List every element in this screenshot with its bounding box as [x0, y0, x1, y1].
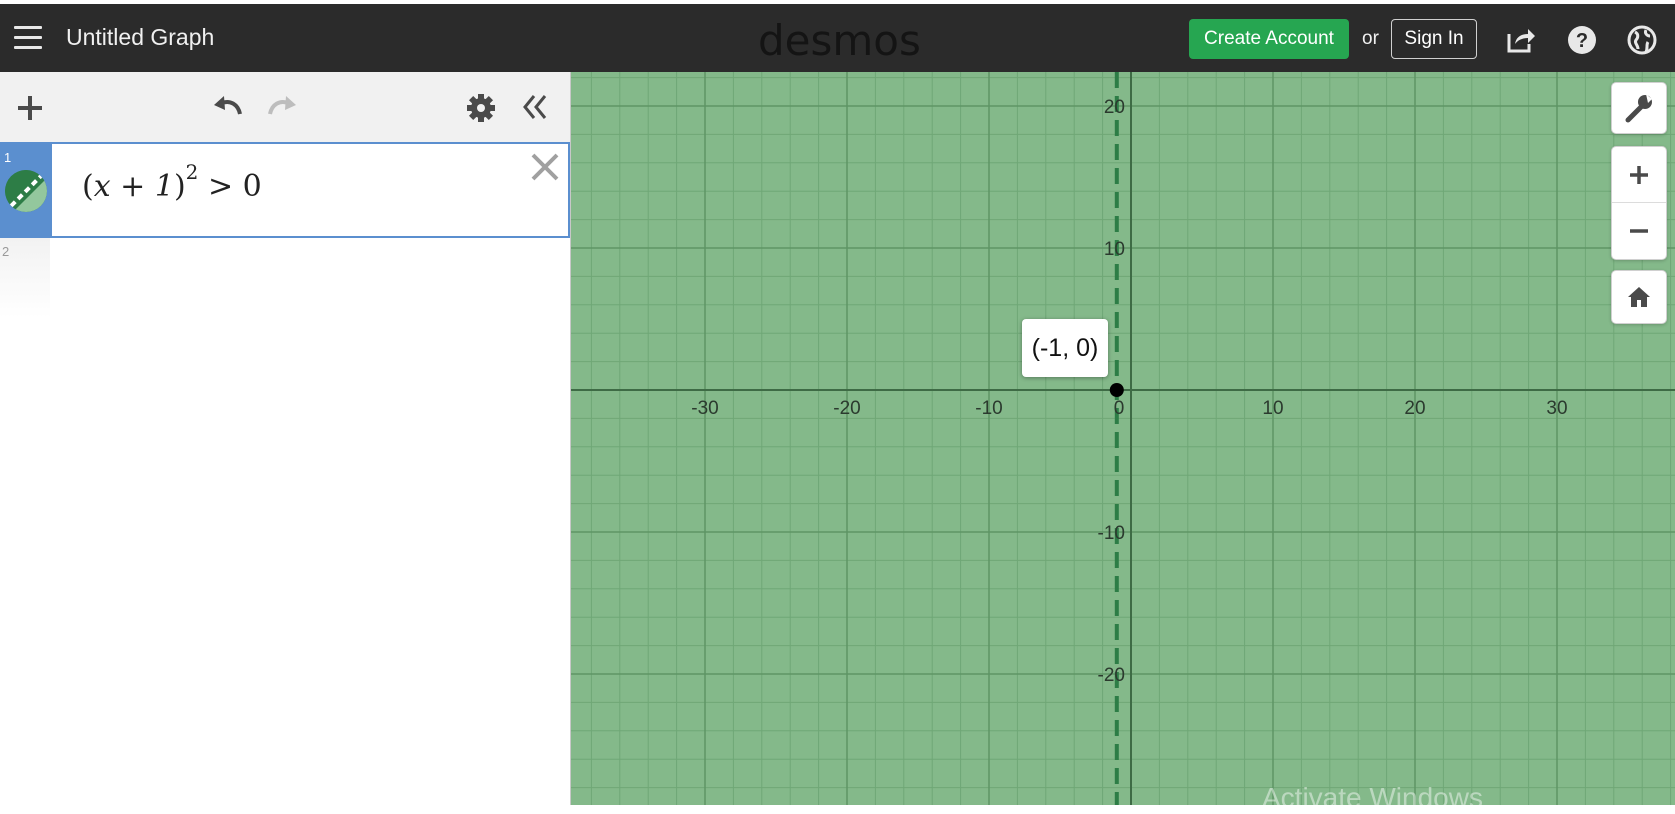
zoom-controls: [1611, 146, 1667, 260]
graph-settings-button[interactable]: [1611, 82, 1667, 134]
or-text: or: [1362, 28, 1379, 49]
expression-tab: 2: [0, 238, 50, 318]
x-tick-label: 0: [1114, 398, 1125, 419]
expression-inequality: > 0: [207, 169, 262, 204]
expression-index: 1: [4, 150, 12, 165]
menu-icon[interactable]: [14, 26, 42, 50]
style-toggle-icon[interactable]: [5, 170, 47, 212]
graph-title[interactable]: Untitled Graph: [66, 24, 214, 51]
y-tick-label: -10: [1098, 523, 1125, 544]
x-tick-label: 10: [1262, 398, 1283, 419]
redo-icon[interactable]: [264, 92, 300, 122]
x-tick-label: -30: [691, 398, 718, 419]
y-tick-label: 20: [1104, 97, 1125, 118]
graph-paper[interactable]: -30 -20 -10 0 10 20 30 20 10 -10 -20: [571, 72, 1675, 805]
wrench-icon: [1625, 94, 1652, 123]
close-icon[interactable]: [528, 150, 562, 184]
point-label: (-1, 0): [1022, 319, 1108, 377]
globe-icon[interactable]: [1626, 24, 1658, 56]
zoom-out-icon[interactable]: [1612, 203, 1666, 259]
y-tick-label: 10: [1104, 239, 1125, 260]
x-tick-label: 20: [1404, 398, 1425, 419]
expression-base: x + 1: [93, 169, 174, 204]
windows-watermark: Activate Windows: [1262, 782, 1483, 813]
expression-row-empty[interactable]: 2: [0, 238, 570, 328]
expression-index: 2: [2, 244, 10, 259]
expression-toolbar: [0, 72, 570, 143]
x-tick-label: -10: [975, 398, 1002, 419]
graph-canvas[interactable]: -30 -20 -10 0 10 20 30 20 10 -10 -20: [571, 72, 1675, 805]
x-tick-label: -20: [833, 398, 860, 419]
expression-tab: 1: [2, 144, 52, 236]
undo-icon[interactable]: [210, 92, 246, 122]
intercept-point[interactable]: [1109, 383, 1124, 397]
shaded-region: [571, 72, 1675, 805]
home-button[interactable]: [1611, 270, 1667, 324]
share-icon[interactable]: [1505, 24, 1537, 56]
math-expression[interactable]: (x + 1)2 > 0: [82, 160, 262, 204]
help-icon[interactable]: ?: [1566, 24, 1598, 56]
top-bar: Untitled Graph desmos Create Account or …: [0, 0, 1675, 72]
gear-icon[interactable]: [466, 93, 496, 123]
home-icon: [1628, 287, 1650, 307]
expression-exponent: 2: [185, 160, 199, 184]
x-tick-label: 30: [1546, 398, 1567, 419]
expression-panel: 1 (x + 1)2 > 0 2: [0, 72, 571, 805]
sign-in-button[interactable]: Sign In: [1391, 19, 1477, 59]
svg-text:?: ?: [1576, 30, 1588, 52]
expression-row[interactable]: 1 (x + 1)2 > 0: [0, 142, 570, 238]
plus-icon[interactable]: [16, 94, 44, 122]
desmos-logo: desmos: [758, 16, 921, 65]
zoom-in-icon[interactable]: [1612, 147, 1666, 203]
y-tick-label: -20: [1098, 665, 1125, 686]
create-account-button[interactable]: Create Account: [1189, 19, 1349, 59]
collapse-icon[interactable]: [520, 92, 550, 122]
